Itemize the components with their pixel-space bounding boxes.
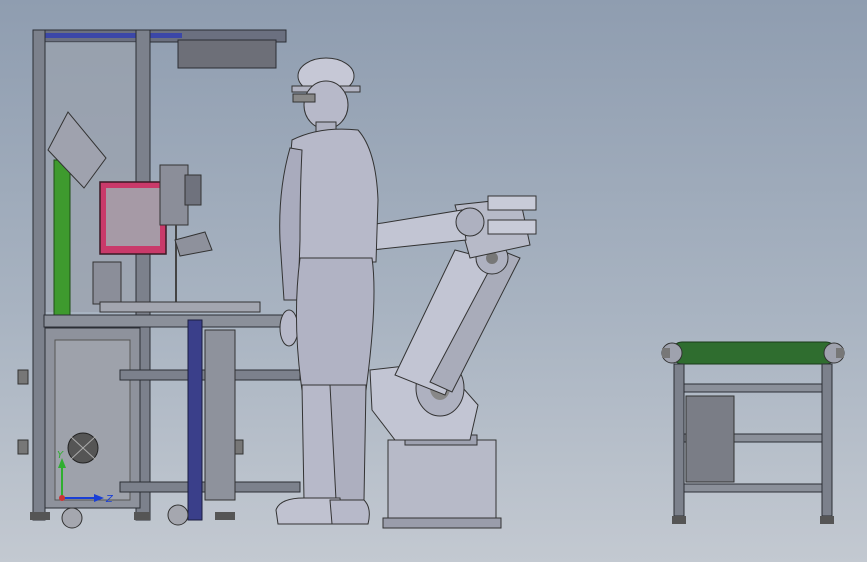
cad-viewport[interactable]: Y Z (0, 0, 867, 562)
y-axis-label: Y (57, 450, 64, 461)
conveyor-table (661, 341, 845, 524)
assembly-drawing: Y Z (17, 29, 845, 529)
human-figure (275, 57, 379, 525)
z-axis-label: Z (105, 494, 114, 505)
robot-arm (369, 195, 537, 529)
